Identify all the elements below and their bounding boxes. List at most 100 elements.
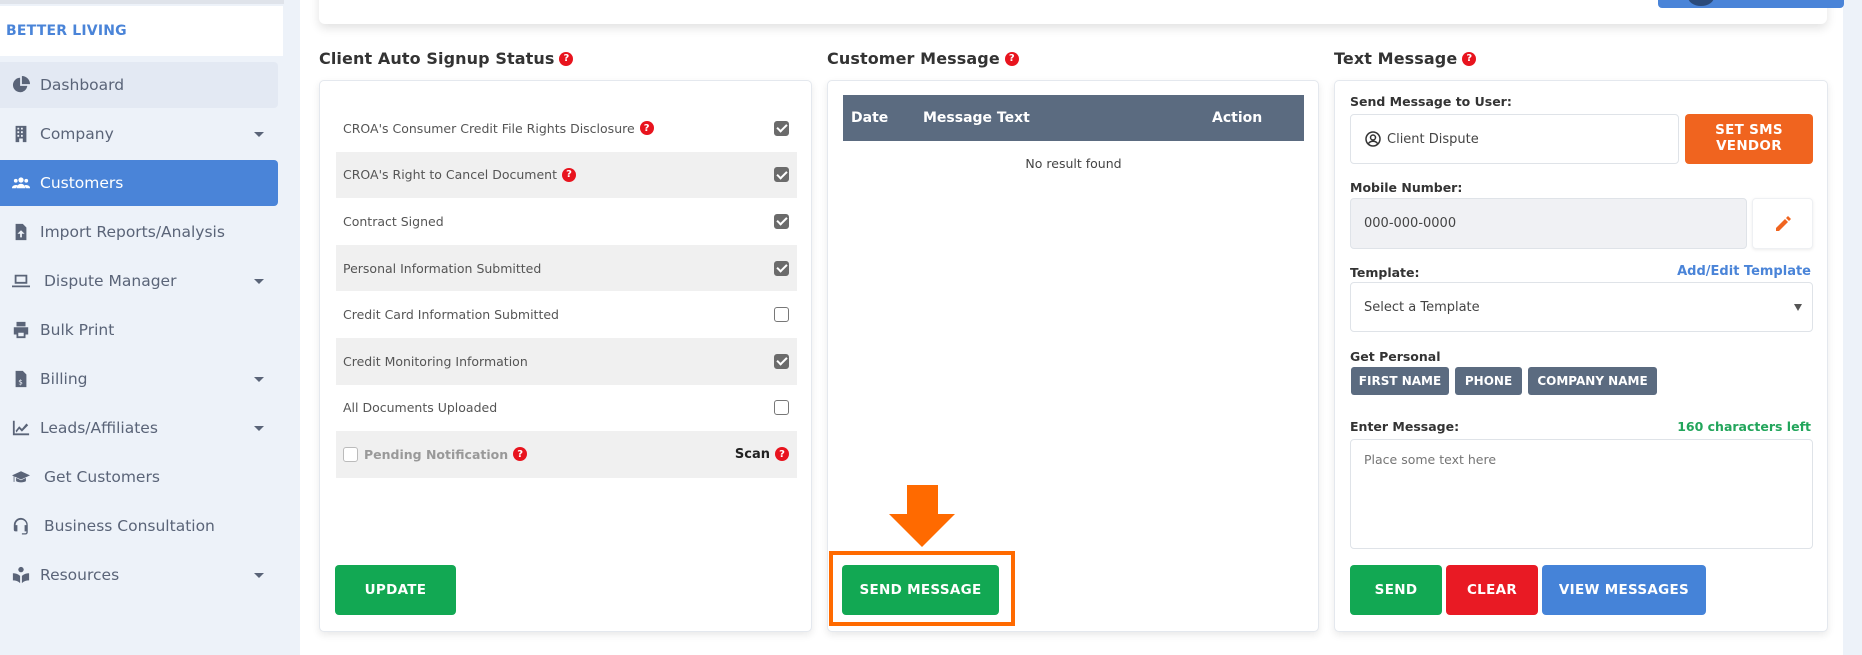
send-button[interactable]: SEND xyxy=(1350,565,1442,615)
checklist-label: Contract Signed xyxy=(343,213,444,229)
template-select[interactable]: Select a Template xyxy=(1350,282,1813,332)
sidebar-item-dispute-manager[interactable]: Dispute Manager xyxy=(0,258,278,304)
sidebar-nav: Dashboard Company Customers Import Repor… xyxy=(0,62,278,601)
scan-link[interactable]: Scan? xyxy=(735,447,789,462)
sidebar-item-label: Dispute Manager xyxy=(44,272,177,290)
signup-status-card: CROA's Consumer Credit File Rights Discl… xyxy=(319,80,812,632)
building-icon xyxy=(10,124,32,144)
users-icon xyxy=(10,173,32,193)
sidebar-item-company[interactable]: Company xyxy=(0,111,278,157)
checklist-row: Personal Information Submitted xyxy=(336,244,797,292)
send-to-user-select[interactable]: Client Dispute xyxy=(1350,114,1679,164)
checklist-label: All Documents Uploaded xyxy=(343,400,498,416)
column-action[interactable]: Action xyxy=(1212,110,1304,126)
app-root: BETTER LIVING Dashboard Company Customer… xyxy=(0,0,1862,655)
caret-down-icon xyxy=(254,132,264,137)
tag-phone[interactable]: PHONE xyxy=(1455,367,1522,395)
checkbox-credit-monitoring[interactable] xyxy=(774,353,789,369)
caret-down-icon xyxy=(254,426,264,431)
sidebar-item-label: Business Consultation xyxy=(44,517,215,535)
column-date[interactable]: Date xyxy=(843,110,923,126)
sidebar-item-dashboard[interactable]: Dashboard xyxy=(0,62,278,108)
reader-icon xyxy=(10,565,32,585)
scan-label: Scan xyxy=(734,446,770,462)
caret-down-icon xyxy=(254,377,264,382)
send-message-button[interactable]: SEND MESSAGE xyxy=(842,565,999,615)
sidebar-item-resources[interactable]: Resources xyxy=(0,552,278,598)
sidebar-item-leads-affiliates[interactable]: Leads/Affiliates xyxy=(0,405,278,451)
sidebar-item-label: Resources xyxy=(40,566,120,584)
sidebar-item-import-reports[interactable]: Import Reports/Analysis xyxy=(0,209,278,255)
headset-icon xyxy=(10,516,32,536)
set-sms-vendor-button[interactable]: SET SMS VENDOR xyxy=(1685,114,1813,164)
mobile-number-input[interactable]: 000-000-0000 xyxy=(1350,198,1747,249)
column-message-text[interactable]: Message Text xyxy=(923,110,1212,126)
help-icon[interactable]: ? xyxy=(562,167,576,182)
signup-status-title: Client Auto Signup Status ? xyxy=(319,49,574,68)
top-right-user-menu[interactable] xyxy=(1658,0,1844,8)
brand-logo[interactable]: BETTER LIVING xyxy=(0,6,283,56)
checklist-label: CROA's Right to Cancel Document xyxy=(343,167,557,183)
sidebar-item-business-consultation[interactable]: Business Consultation xyxy=(0,503,278,549)
pending-notification-label: Pending Notification xyxy=(364,446,509,462)
checklist-row: CROA's Consumer Credit File Rights Discl… xyxy=(336,105,797,152)
sidebar-item-label: Bulk Print xyxy=(40,321,115,339)
checkbox-pending-notification[interactable] xyxy=(343,446,358,462)
user-circle-icon xyxy=(1365,131,1381,147)
checkbox-croa-right-to-cancel[interactable] xyxy=(774,167,789,183)
get-personal-label: Get Personal xyxy=(1350,349,1441,364)
dropdown-arrow-icon xyxy=(1794,304,1802,311)
sidebar-item-billing[interactable]: $ Billing xyxy=(0,356,278,402)
customer-message-title-text: Customer Message xyxy=(827,49,1000,68)
help-icon[interactable]: ? xyxy=(513,447,528,462)
text-message-title: Text Message ? xyxy=(1334,49,1477,68)
help-icon[interactable]: ? xyxy=(775,447,789,462)
signup-checklist: CROA's Consumer Credit File Rights Discl… xyxy=(336,105,797,478)
signup-status-title-text: Client Auto Signup Status xyxy=(319,49,555,68)
checkbox-all-documents[interactable] xyxy=(774,400,789,416)
update-button[interactable]: UPDATE xyxy=(335,565,456,615)
characters-left-counter: 160 characters left xyxy=(1677,419,1811,434)
empty-state: No result found xyxy=(1025,156,1122,171)
laptop-icon xyxy=(10,271,32,291)
help-icon[interactable]: ? xyxy=(559,51,574,66)
pencil-icon xyxy=(1775,215,1791,231)
checkbox-croa-disclosure[interactable] xyxy=(774,120,789,136)
graduation-cap-icon xyxy=(10,467,32,487)
mobile-number-value: 000-000-0000 xyxy=(1364,216,1457,231)
sidebar-item-bulk-print[interactable]: Bulk Print xyxy=(0,307,278,353)
caret-down-icon xyxy=(254,573,264,578)
help-icon[interactable]: ? xyxy=(1004,51,1019,66)
message-table: Date Message Text Action No result found xyxy=(843,95,1304,171)
pie-chart-icon xyxy=(10,75,32,95)
file-upload-icon xyxy=(10,222,32,242)
caret-down-icon xyxy=(254,279,264,284)
chart-line-icon xyxy=(10,418,32,438)
tag-company-name[interactable]: COMPANY NAME xyxy=(1528,367,1657,395)
invoice-icon: $ xyxy=(10,369,32,389)
help-icon[interactable]: ? xyxy=(1462,51,1477,66)
sidebar-item-customers[interactable]: Customers xyxy=(0,160,278,206)
view-messages-button[interactable]: VIEW MESSAGES xyxy=(1542,565,1706,615)
checkbox-personal-info[interactable] xyxy=(774,260,789,276)
customer-message-card: Date Message Text Action No result found xyxy=(827,80,1319,632)
sidebar-item-get-customers[interactable]: Get Customers xyxy=(0,454,278,500)
help-icon[interactable]: ? xyxy=(639,121,654,136)
edit-mobile-button[interactable] xyxy=(1752,198,1813,249)
checklist-row: Contract Signed xyxy=(336,198,797,245)
right-gutter xyxy=(1843,0,1862,655)
sidebar-item-label: Billing xyxy=(40,370,88,388)
sidebar-item-label: Get Customers xyxy=(44,468,160,486)
customer-message-title: Customer Message ? xyxy=(827,49,1019,68)
top-card xyxy=(319,0,1827,24)
checkbox-credit-card-info[interactable] xyxy=(774,307,789,323)
send-to-label: Send Message to User: xyxy=(1350,94,1512,109)
add-edit-template-link[interactable]: Add/Edit Template xyxy=(1677,264,1811,279)
checkbox-contract-signed[interactable] xyxy=(774,213,789,229)
clear-button[interactable]: CLEAR xyxy=(1446,565,1538,615)
tag-first-name[interactable]: FIRST NAME xyxy=(1351,367,1449,395)
message-textarea[interactable] xyxy=(1350,439,1813,549)
sidebar-divider xyxy=(0,0,284,4)
avatar xyxy=(1688,0,1714,6)
sidebar-item-label: Company xyxy=(40,125,114,143)
